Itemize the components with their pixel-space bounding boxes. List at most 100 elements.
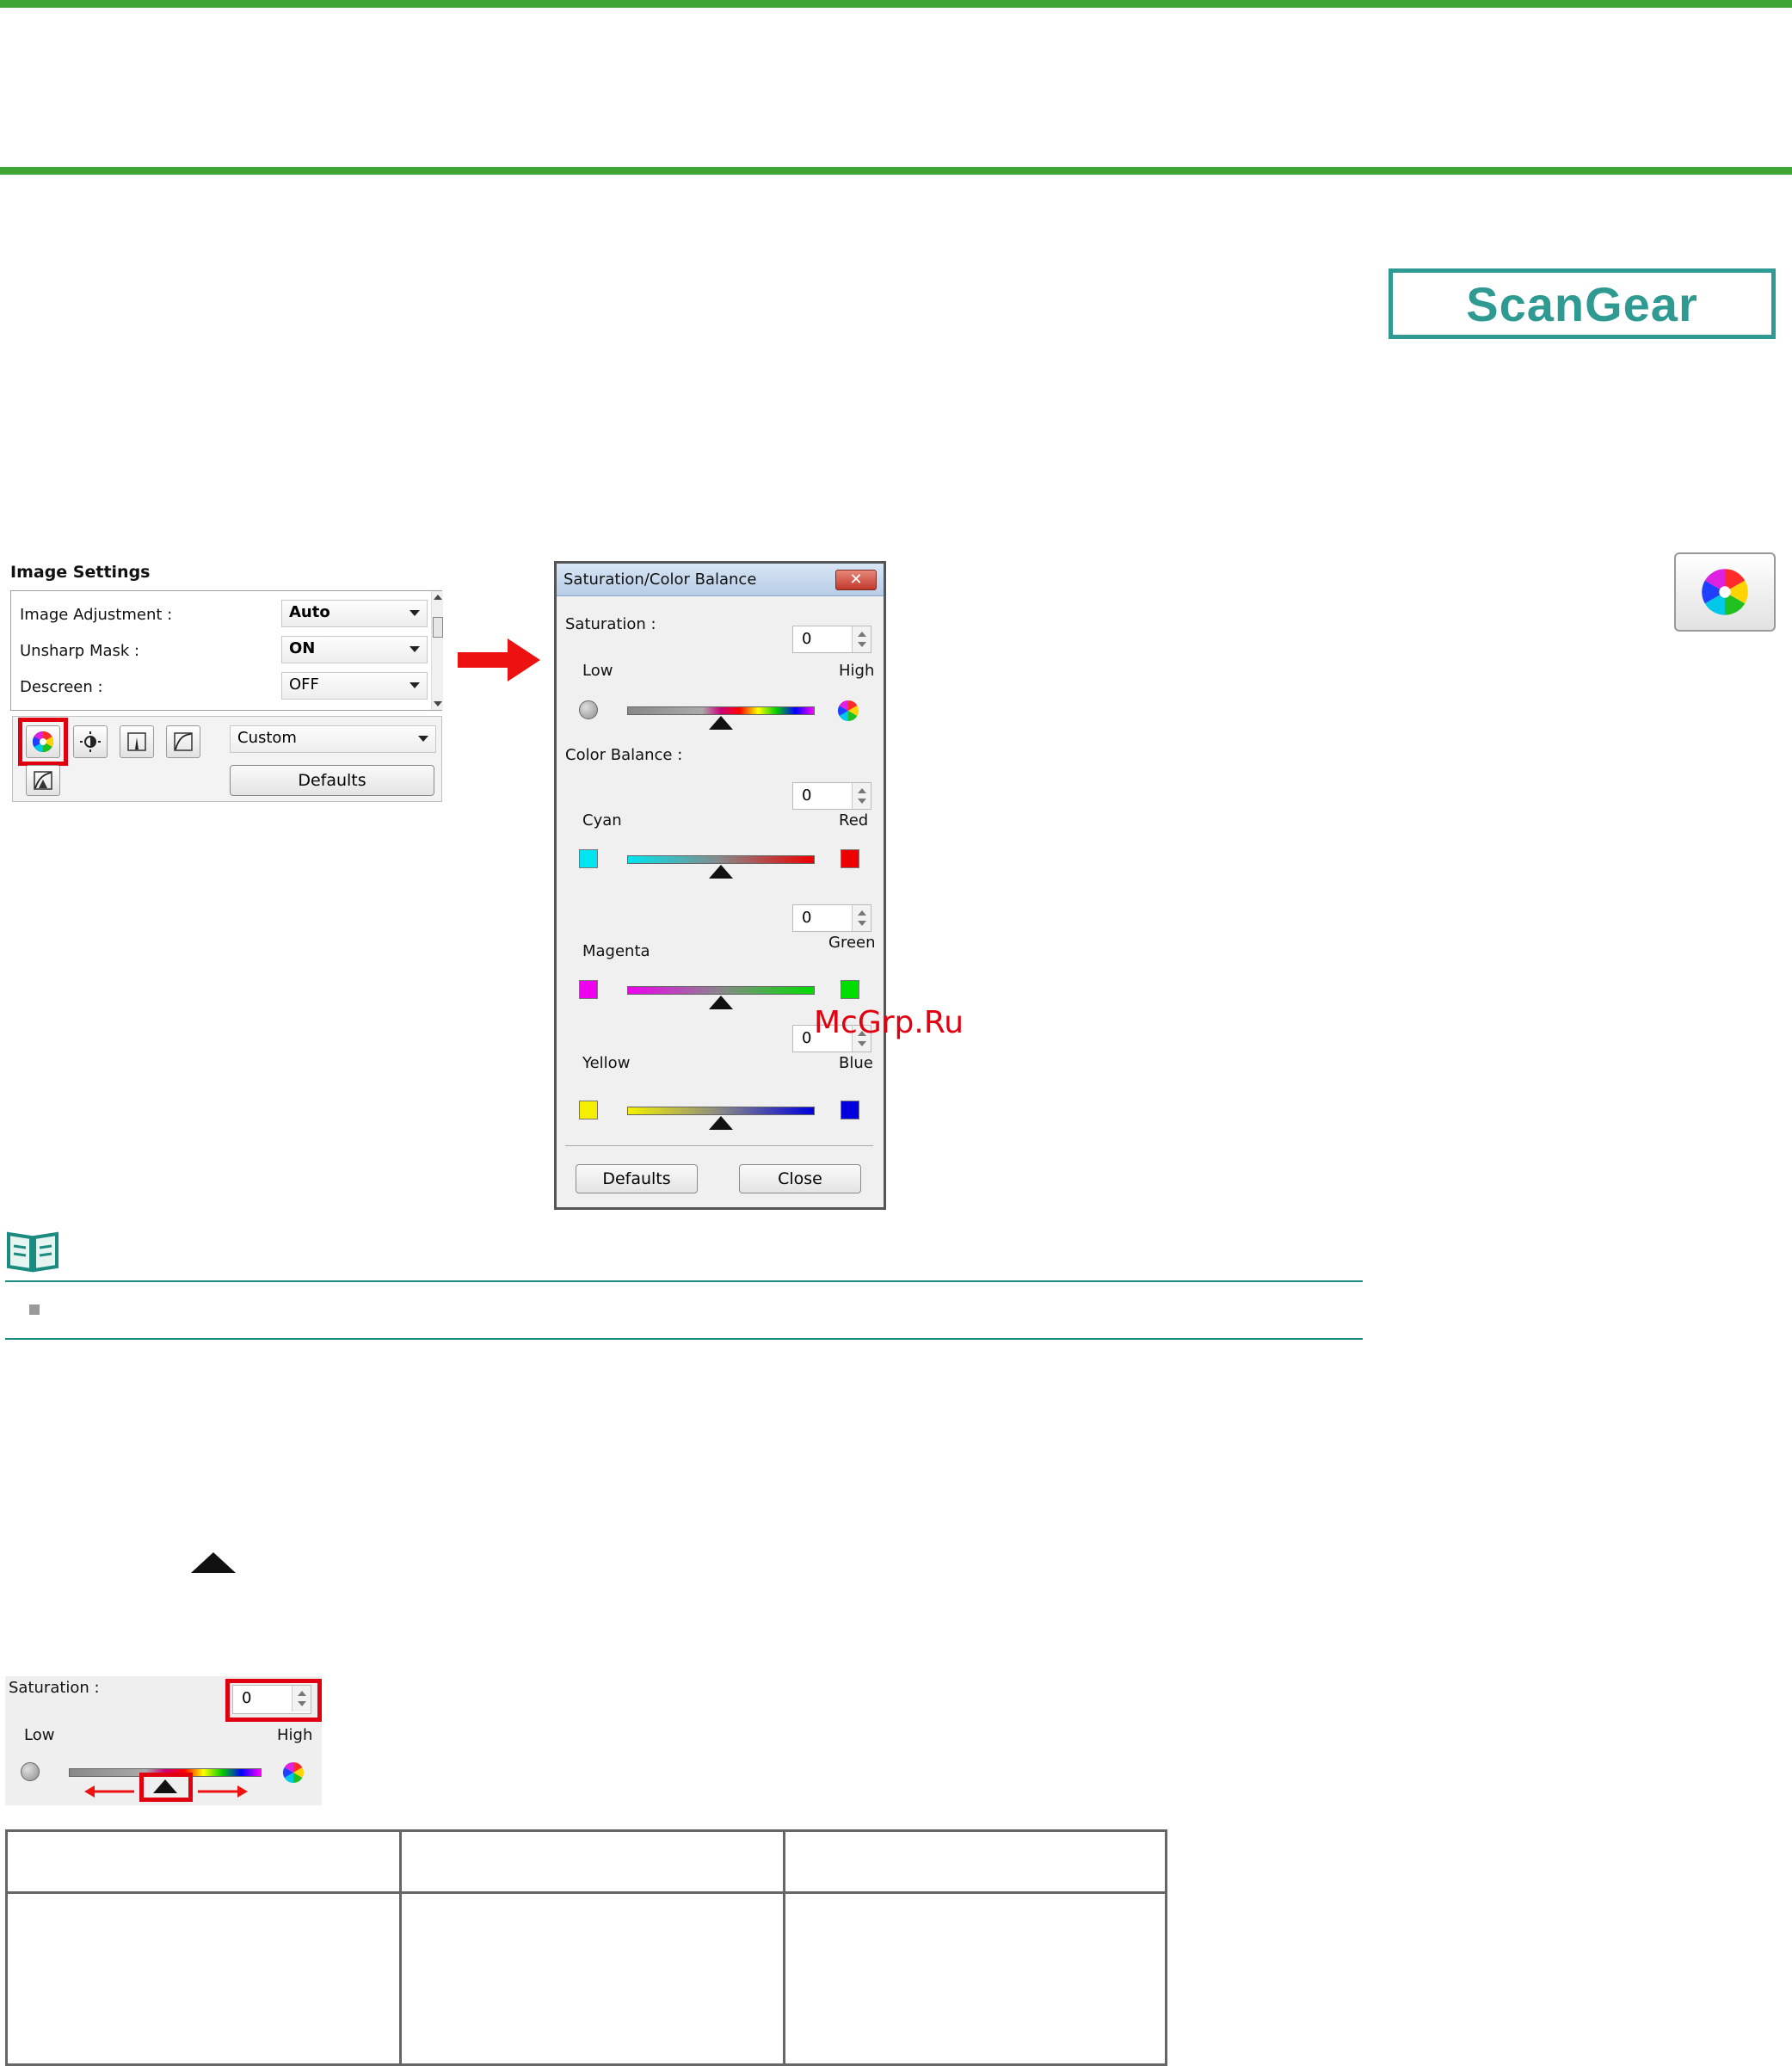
unsharp-mask-select[interactable]: ON	[281, 636, 428, 663]
saturation-slider-track[interactable]	[627, 706, 815, 715]
table-cell	[5, 1829, 402, 1894]
yellow-blue-slider-track[interactable]	[627, 1107, 815, 1115]
spin-buttons[interactable]	[852, 905, 871, 931]
spin-buttons[interactable]	[852, 626, 871, 652]
note-bottom-divider	[5, 1338, 1363, 1340]
image-adjustment-value: Auto	[289, 603, 330, 621]
yellow-label: Yellow	[582, 1054, 631, 1072]
table-cell	[783, 1829, 1167, 1894]
table-cell	[5, 1891, 402, 2066]
low-saturation-icon	[579, 700, 598, 719]
note-book-icon	[7, 1231, 59, 1273]
unsharp-mask-label: Unsharp Mask :	[20, 642, 140, 660]
spin-down-icon[interactable]	[858, 921, 866, 926]
brightness-icon	[80, 731, 101, 752]
detail-input-highlight	[225, 1679, 322, 1722]
final-review-button[interactable]	[26, 765, 60, 796]
detail-low-icon	[21, 1762, 40, 1781]
info-table	[5, 1829, 1167, 2066]
image-settings-scrollbar[interactable]	[431, 591, 443, 710]
chevron-down-icon	[418, 736, 428, 742]
cyan-label: Cyan	[582, 811, 622, 829]
color-balance-label: Color Balance :	[565, 746, 683, 764]
saturation-detail: Saturation : 0 Low High	[5, 1676, 322, 1805]
red-label: Red	[839, 811, 869, 829]
chevron-down-icon	[410, 646, 420, 652]
descreen-label: Descreen :	[20, 678, 103, 696]
image-settings-toolbar: Custom Defaults	[12, 716, 442, 802]
image-adjustment-label: Image Adjustment :	[20, 606, 173, 624]
spin-up-icon[interactable]	[858, 910, 866, 916]
histogram-icon	[127, 732, 146, 751]
logo-text: ScanGear	[1466, 276, 1698, 331]
chevron-down-icon	[410, 682, 420, 688]
magenta-green-slider-track[interactable]	[627, 986, 815, 995]
cyan-red-value: 0	[802, 786, 812, 805]
left-arrow-icon	[84, 1785, 134, 1798]
final-review-icon	[34, 771, 52, 790]
histogram-button[interactable]	[120, 725, 154, 758]
dialog-divider	[565, 1145, 873, 1146]
saturation-color-balance-dialog: Saturation/Color Balance ✕ Saturation : …	[554, 561, 886, 1210]
saturation-slider-thumb[interactable]	[709, 716, 733, 730]
magenta-swatch	[579, 980, 598, 999]
dialog-close-button[interactable]: Close	[739, 1164, 861, 1193]
image-settings-defaults-button[interactable]: Defaults	[230, 765, 434, 796]
scroll-up-icon[interactable]	[434, 595, 442, 600]
scroll-down-icon[interactable]	[434, 701, 442, 706]
descreen-value: OFF	[289, 675, 319, 694]
yellow-blue-value: 0	[802, 1029, 812, 1047]
tone-curve-button[interactable]	[166, 725, 200, 758]
blue-label: Blue	[839, 1054, 873, 1072]
dialog-defaults-button[interactable]: Defaults	[576, 1164, 698, 1193]
spin-buttons[interactable]	[852, 783, 871, 809]
color-wheel-button	[1674, 552, 1776, 632]
magenta-green-slider-thumb[interactable]	[709, 996, 733, 1009]
scangear-logo: ScanGear	[1389, 268, 1776, 339]
dialog-title: Saturation/Color Balance	[563, 570, 757, 589]
header-divider	[0, 167, 1792, 175]
red-swatch	[841, 849, 859, 868]
detail-saturation-label: Saturation :	[9, 1679, 100, 1697]
table-row	[5, 1891, 1167, 2066]
yellow-swatch	[579, 1101, 598, 1119]
dialog-titlebar[interactable]: Saturation/Color Balance ✕	[557, 564, 884, 596]
saturation-label: Saturation :	[565, 615, 656, 633]
cyan-swatch	[579, 849, 598, 868]
right-arrow-icon	[458, 638, 540, 681]
spin-down-icon[interactable]	[858, 799, 866, 804]
detail-low-label: Low	[24, 1726, 55, 1744]
preset-select[interactable]: Custom	[230, 725, 436, 753]
saturation-input[interactable]: 0	[792, 626, 871, 653]
spin-down-icon[interactable]	[858, 1041, 866, 1046]
tone-curve-icon	[174, 732, 193, 751]
close-icon[interactable]: ✕	[835, 570, 877, 590]
brightness-contrast-button[interactable]	[73, 725, 108, 758]
top-border	[0, 0, 1792, 8]
detail-thumb-highlight	[139, 1773, 193, 1802]
cyan-red-slider-track[interactable]	[627, 855, 815, 864]
detail-high-icon	[282, 1762, 305, 1783]
green-label: Green	[828, 934, 876, 952]
spin-down-icon[interactable]	[858, 642, 866, 647]
image-adjustment-select[interactable]: Auto	[281, 600, 428, 627]
magenta-label: Magenta	[582, 942, 650, 960]
magenta-green-input[interactable]: 0	[792, 904, 871, 932]
highlight-box	[18, 718, 68, 766]
table-cell	[399, 1891, 785, 2066]
cyan-red-slider-thumb[interactable]	[709, 865, 733, 879]
spin-up-icon[interactable]	[858, 632, 866, 637]
unsharp-mask-value: ON	[289, 639, 316, 657]
watermark: McGrp.Ru	[814, 1005, 964, 1040]
yellow-blue-slider-thumb[interactable]	[709, 1116, 733, 1130]
magenta-green-value: 0	[802, 909, 812, 927]
slider-thumb-icon	[191, 1552, 236, 1573]
saturation-high-label: High	[839, 662, 875, 680]
descreen-select[interactable]: OFF	[281, 672, 428, 700]
preset-value: Custom	[237, 729, 297, 747]
chevron-down-icon	[410, 610, 420, 616]
table-cell	[399, 1829, 785, 1894]
scroll-thumb[interactable]	[433, 617, 443, 638]
cyan-red-input[interactable]: 0	[792, 782, 871, 810]
spin-up-icon[interactable]	[858, 788, 866, 793]
